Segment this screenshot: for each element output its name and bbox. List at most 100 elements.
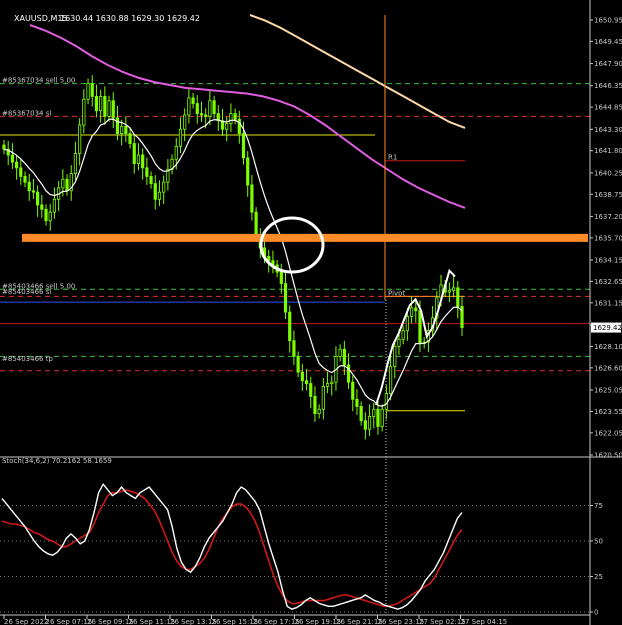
price-tick-label: 1632.65 <box>594 278 622 286</box>
candle-body <box>19 167 23 177</box>
candle-body <box>405 316 409 332</box>
candle-body <box>456 287 460 307</box>
time-tick-label: 26 Sep 17:15 <box>253 618 300 625</box>
candle-body <box>279 271 283 284</box>
time-tick-label: 26 Sep 09:15 <box>87 618 134 625</box>
candle-body <box>149 176 153 184</box>
candle-body <box>187 97 191 116</box>
candle-body <box>409 307 414 317</box>
candle-body <box>451 287 456 292</box>
candle-body <box>157 191 162 200</box>
candle-body <box>254 211 258 237</box>
price-tick-label: 1641.80 <box>594 147 622 155</box>
price-tick-label: 1646.35 <box>594 82 622 90</box>
candle-body <box>292 340 296 357</box>
candle-body <box>380 408 384 427</box>
price-tick-label: 1650.95 <box>594 17 622 25</box>
candle-body <box>124 126 128 134</box>
r1-label: R1 <box>388 154 397 162</box>
candle-body <box>225 123 229 130</box>
price-tick-label: 1622.05 <box>594 429 622 437</box>
candle-body <box>317 408 321 414</box>
candle-body <box>401 330 405 340</box>
time-tick-label: 26 Sep 11:15 <box>129 618 176 625</box>
candle-body <box>195 103 199 114</box>
price-tick-label: 1647.90 <box>594 60 622 68</box>
sl-label-upper: #85367034 sl <box>2 109 51 117</box>
price-tick-label: 1643.30 <box>594 126 622 134</box>
time-tick-label: 26 Sep 19:15 <box>295 618 342 625</box>
candle-body <box>359 406 363 422</box>
candle-body <box>304 380 309 384</box>
candle-body <box>153 183 157 200</box>
candle-body <box>132 143 136 164</box>
candle-body <box>237 118 241 134</box>
candle-body <box>384 393 388 410</box>
price-chart[interactable]: #85367034 sell 5.00 #85367034 sl #85403466… <box>0 0 622 625</box>
price-tick-label: 1626.60 <box>594 364 622 372</box>
candle-body <box>300 371 304 382</box>
candle-body <box>330 381 334 384</box>
time-tick-label: 26 Sep 07:15 <box>46 618 93 625</box>
candle-body <box>44 208 48 222</box>
time-tick-label: 26 Sep 2022 <box>4 618 48 625</box>
candle-body <box>36 191 40 206</box>
candle-body <box>40 204 44 210</box>
candle-body <box>48 211 52 222</box>
stoch-tick-label: 50 <box>594 538 603 546</box>
stoch-tick-label: 75 <box>594 502 603 510</box>
candle-body <box>296 356 300 373</box>
candle-body <box>250 184 254 213</box>
price-tick-label: 1628.10 <box>594 343 622 351</box>
candle-body <box>52 198 57 213</box>
candle-body <box>351 381 355 400</box>
price-tick-label: 1631.15 <box>594 299 622 307</box>
candle-body <box>208 100 212 117</box>
tp-label-lower: #85403466 tp <box>2 355 53 363</box>
candle-body <box>246 157 250 186</box>
candle-body <box>355 398 359 407</box>
price-tick-label: 1640.25 <box>594 169 622 177</box>
candle-body <box>183 114 187 130</box>
price-tick-label: 1620.50 <box>594 452 622 460</box>
stoch-tick-label: 0 <box>594 609 598 617</box>
candle-body <box>82 98 86 126</box>
candle-body <box>229 113 233 124</box>
stoch-tick-label: 25 <box>594 573 603 581</box>
candle-body <box>212 100 216 114</box>
price-tick-label: 1644.85 <box>594 104 622 112</box>
sl-label-lower: #85403466 sl <box>2 288 51 296</box>
current-price-label: 1629.42 <box>593 324 622 332</box>
candle-body <box>2 144 6 150</box>
price-tick-label: 1623.55 <box>594 408 622 416</box>
candle-body <box>61 178 65 189</box>
candle-body <box>115 117 120 134</box>
candle-body <box>120 126 124 134</box>
candle-body <box>111 100 115 119</box>
candle-body <box>233 113 237 120</box>
candle-body <box>321 386 325 410</box>
candle-body <box>141 154 145 169</box>
candle-body <box>199 113 204 116</box>
price-tick-label: 1625.05 <box>594 387 622 395</box>
candle-body <box>414 307 418 312</box>
support-zone <box>22 233 588 242</box>
candle-body <box>23 176 27 183</box>
time-tick-label: 26 Sep 15:15 <box>212 618 259 625</box>
candle-body <box>283 283 288 313</box>
candle-body <box>94 96 99 112</box>
candle-body <box>363 420 367 430</box>
candle-body <box>393 346 397 367</box>
candle-body <box>73 153 78 174</box>
candle-body <box>162 181 166 193</box>
candle-body <box>325 383 330 387</box>
candle-body <box>103 96 107 117</box>
stochastic-label: Stoch(34,6,2) 70.2162 58.1659 <box>2 457 112 465</box>
candle-body <box>309 383 313 397</box>
candle-body <box>107 100 111 117</box>
candle-body <box>376 408 380 427</box>
sell-label-upper: #85367034 sell 5.00 <box>2 77 75 85</box>
candle-body <box>313 396 317 414</box>
candle-body <box>90 83 94 97</box>
candle-body <box>86 83 90 100</box>
